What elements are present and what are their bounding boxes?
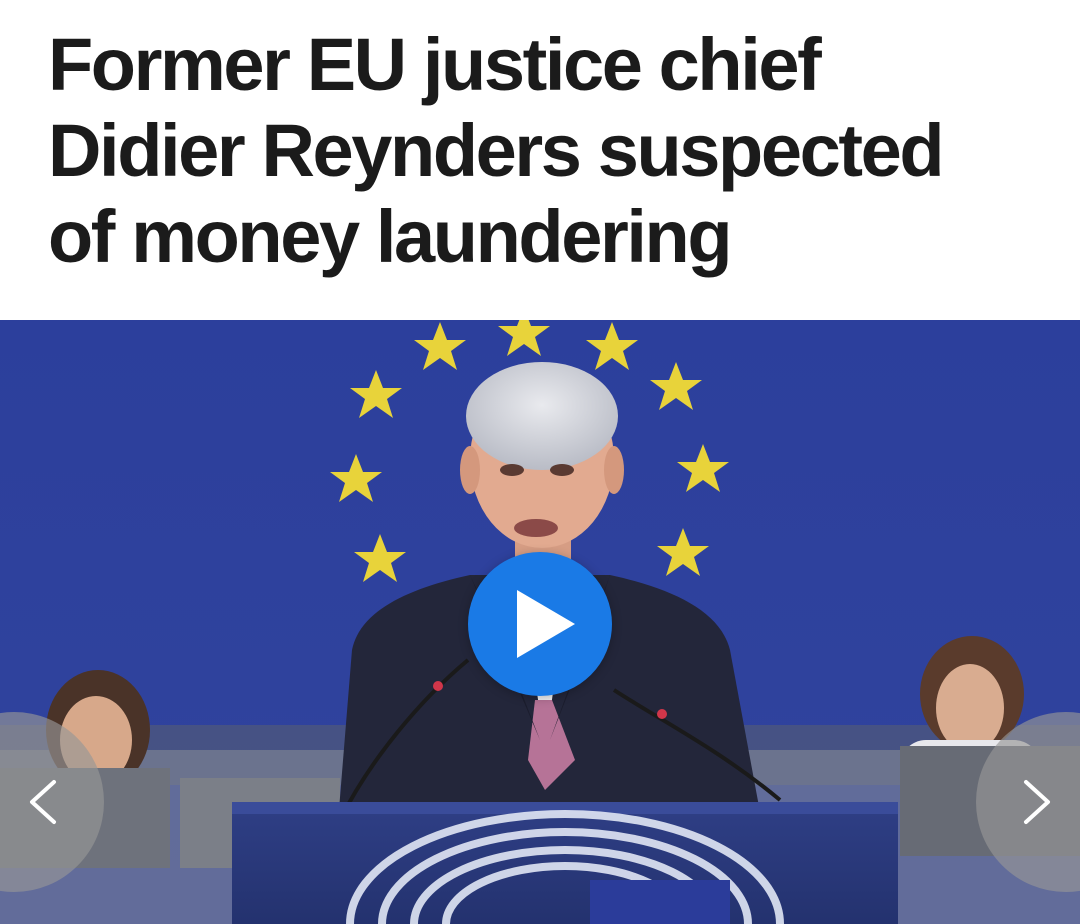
headline-line-1: Former EU justice chief xyxy=(48,23,822,106)
play-button[interactable] xyxy=(468,552,612,696)
chevron-right-icon xyxy=(1024,780,1050,824)
play-icon xyxy=(517,590,575,658)
headline-line-3: of money laundering xyxy=(48,195,733,278)
article-headline: Former EU justice chief Didier Reynders … xyxy=(48,22,1048,280)
chevron-left-icon xyxy=(30,780,56,824)
podium xyxy=(232,802,898,924)
headline-line-2: Didier Reynders suspected xyxy=(48,109,945,192)
video-player[interactable] xyxy=(0,320,1080,924)
article-page: Former EU justice chief Didier Reynders … xyxy=(0,0,1080,924)
